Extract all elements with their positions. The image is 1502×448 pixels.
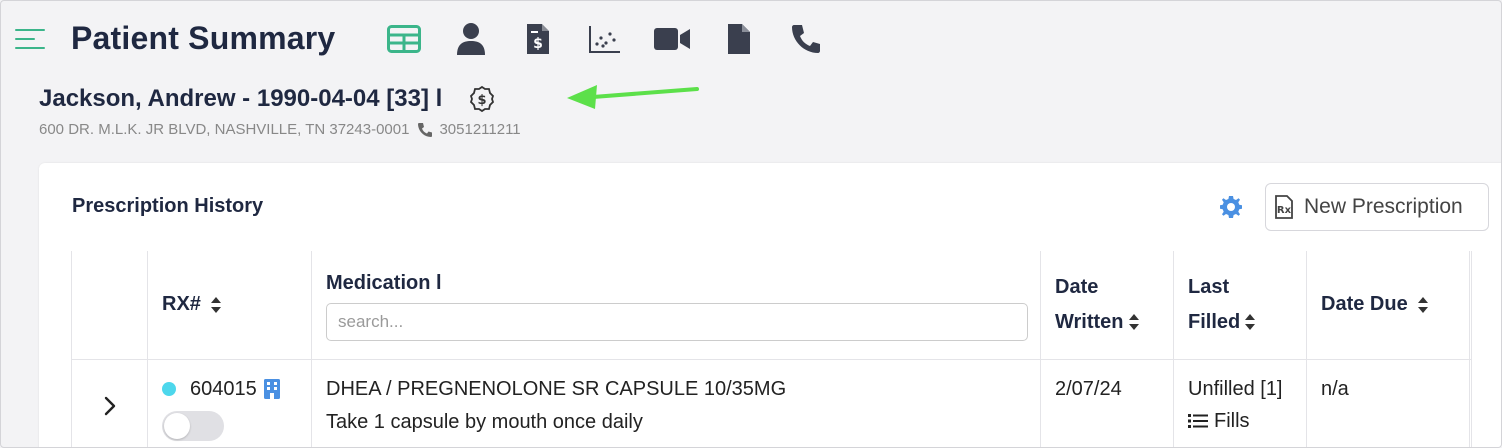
date-written-cell: 2/07/24 — [1040, 358, 1174, 447]
date-due-column-header[interactable]: Date Due — [1306, 251, 1470, 360]
new-prescription-label: New Prescription — [1304, 195, 1463, 218]
page-title: Patient Summary — [71, 19, 336, 56]
toolbar-icons: $ — [385, 20, 854, 58]
rx-column-header[interactable]: RX# — [147, 251, 312, 360]
medication-column-header: Medication l — [311, 251, 1041, 360]
prescription-history-card: Prescription History Rx New Prescription… — [39, 163, 1501, 447]
rx-file-icon: Rx — [1274, 195, 1294, 219]
last-filled-status: Unfilled [1] — [1188, 377, 1283, 400]
menu-icon[interactable] — [15, 23, 47, 55]
annotation-arrow-icon — [567, 85, 699, 109]
fills-link[interactable]: Fills — [1188, 410, 1292, 433]
svg-text:$: $ — [478, 93, 487, 108]
medication-name: DHEA / PREGNENOLONE SR CAPSULE 10/35MG — [326, 377, 787, 400]
date-written-column-header[interactable]: Date Written — [1040, 251, 1174, 360]
medication-search-input[interactable] — [326, 303, 1028, 342]
expand-column-header — [71, 251, 148, 360]
refill-toggle[interactable] — [162, 410, 224, 441]
medication-sig: Take 1 capsule by mouth once daily — [326, 410, 643, 433]
rx-cell: 604015 — [147, 358, 312, 447]
last-filled-column-header[interactable]: Last Filled — [1173, 251, 1307, 360]
chevron-right-icon[interactable] — [104, 396, 116, 416]
medication-cell: DHEA / PREGNENOLONE SR CAPSULE 10/35MG T… — [311, 358, 1041, 447]
table-icon[interactable] — [385, 20, 423, 58]
rx-number[interactable]: 604015 — [190, 378, 257, 401]
sort-icon[interactable] — [1417, 296, 1429, 314]
svg-text:$: $ — [534, 36, 544, 52]
phone-icon[interactable] — [787, 20, 825, 58]
patient-address: 600 DR. M.L.K. JR BLVD, NASHVILLE, TN 37… — [39, 121, 410, 138]
table-header-row: RX# Medication l Date Written Last Fille… — [71, 251, 1472, 360]
sort-icon[interactable] — [1128, 313, 1140, 331]
patient-name: Jackson, Andrew - 1990-04-04 [33] l — [39, 85, 443, 112]
video-icon[interactable] — [653, 20, 691, 58]
last-filled-cell: Unfilled [1] Fills — [1173, 358, 1307, 447]
person-icon[interactable] — [452, 20, 490, 58]
list-icon — [1188, 413, 1208, 429]
expand-cell[interactable] — [71, 358, 148, 447]
svg-text:Rx: Rx — [1277, 205, 1292, 216]
dollar-badge-icon[interactable]: $ — [468, 85, 496, 113]
sort-icon[interactable] — [210, 296, 222, 314]
app-window: Patient Summary $ Jackson, Andrew - 1990… — [0, 0, 1502, 448]
table-row[interactable]: 604015 DHEA / PREGNENOLONE SR CAPSULE 10… — [71, 358, 1472, 447]
date-due-cell: n/a — [1306, 358, 1470, 447]
patient-header: Jackson, Andrew - 1990-04-04 [33] l $ 60… — [39, 85, 521, 138]
bill-dollar-icon[interactable]: $ — [519, 20, 557, 58]
gear-icon[interactable] — [1219, 195, 1243, 219]
building-icon — [263, 379, 280, 399]
status-dot — [162, 382, 176, 396]
top-bar: Patient Summary $ — [15, 17, 854, 61]
new-prescription-button[interactable]: Rx New Prescription — [1265, 183, 1489, 231]
scatter-chart-icon[interactable] — [586, 20, 624, 58]
sort-icon[interactable] — [1244, 313, 1256, 331]
document-icon[interactable] — [720, 20, 758, 58]
patient-phone: 3051211211 — [439, 121, 521, 138]
card-title: Prescription History — [72, 195, 264, 217]
phone-small-icon — [417, 122, 433, 138]
prescription-table: RX# Medication l Date Written Last Fille… — [71, 251, 1472, 447]
